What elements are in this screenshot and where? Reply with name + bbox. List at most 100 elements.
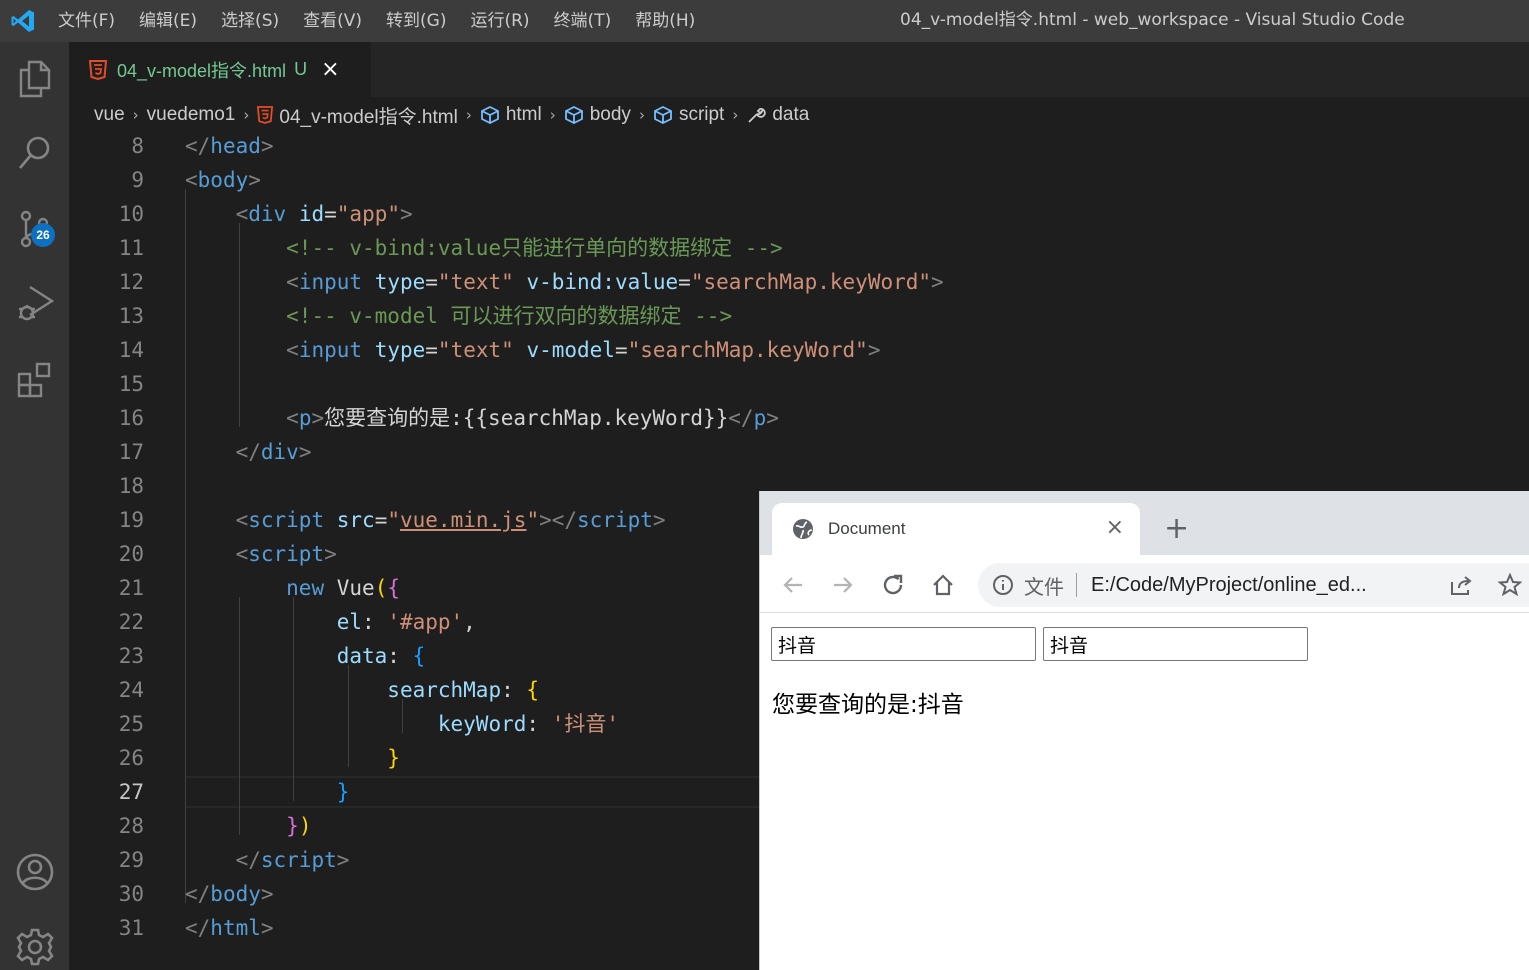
line-number: 20 [118, 542, 144, 566]
reload-icon[interactable] [878, 570, 908, 600]
code-token: </ [185, 882, 211, 906]
code-line[interactable]: 15 [69, 367, 1529, 401]
code-token: ( [374, 576, 388, 600]
bookmark-star-icon[interactable] [1498, 573, 1522, 597]
code-token: = [678, 270, 691, 294]
editor-tab[interactable]: 04_v-model指令.html U × [69, 42, 371, 97]
back-arrow-icon[interactable] [778, 570, 808, 600]
wrench-property-icon [748, 108, 767, 123]
code-text: <p>您要查询的是:{{searchMap.keyWord}}</p> [185, 401, 779, 435]
menu-view[interactable]: 查看(V) [291, 0, 374, 42]
menu-edit[interactable]: 编辑(E) [127, 0, 209, 42]
code-line[interactable]: 12 <input type="text" v-bind:value="sear… [69, 265, 1529, 299]
text-input-vmodel[interactable]: 抖音 [1043, 627, 1308, 661]
tab-close-button[interactable]: × [321, 57, 339, 82]
breadcrumb-item-body[interactable]: body [564, 104, 631, 126]
code-token: v-model [526, 338, 615, 362]
cube-symbol-icon [654, 105, 672, 125]
code-token: = [614, 338, 628, 362]
cube-symbol-icon [564, 105, 583, 125]
menu-go[interactable]: 转到(G) [374, 0, 458, 42]
explorer-icon[interactable] [0, 44, 69, 114]
menu-selection[interactable]: 选择(S) [209, 0, 291, 42]
breadcrumb-label: html [505, 104, 542, 125]
breadcrumb-item-vuedemo1[interactable]: vuedemo1 [147, 104, 236, 126]
code-text: <input type="text" v-model="searchMap.ke… [185, 333, 880, 367]
line-number: 30 [118, 882, 144, 906]
code-token: ) [298, 814, 312, 838]
code-line[interactable]: 8 </head> [69, 129, 1529, 163]
code-line[interactable]: 16 <p>您要查询的是:{{searchMap.keyWord}}</p> [69, 401, 1529, 435]
code-line[interactable]: 17 </div> [69, 435, 1529, 469]
code-token: p [298, 406, 312, 430]
breadcrumb-item-data[interactable]: data [746, 104, 809, 126]
code-token: div [248, 202, 287, 226]
code-token: > [652, 508, 666, 532]
line-number: 28 [118, 814, 144, 838]
breadcrumb-item-html[interactable]: html [480, 104, 542, 126]
menu-run[interactable]: 运行(R) [458, 0, 541, 42]
chevron-right-icon: › [549, 106, 556, 124]
activity-bar: 26 [0, 42, 69, 970]
code-token: < [286, 270, 299, 294]
code-line[interactable]: 13 <!-- v-model 可以进行双向的数据绑定 --> [69, 299, 1529, 333]
code-token: html [210, 916, 261, 940]
tab-filename: 04_v-model指令.html [117, 60, 287, 81]
browser-tab[interactable]: Document × [772, 503, 1140, 555]
code-token: } [336, 780, 350, 804]
browser-tab-close-button[interactable]: × [1106, 515, 1124, 540]
menu-file[interactable]: 文件(F) [46, 0, 127, 42]
code-token: > [400, 202, 413, 226]
code-token: "searchMap.keyWord" [627, 338, 868, 362]
search-icon[interactable] [0, 118, 69, 188]
breadcrumb-item-file[interactable]: 04_v-model指令.html [257, 102, 458, 129]
code-token: > [260, 882, 274, 906]
code-token: script [248, 542, 325, 566]
code-token: "text" [437, 338, 514, 362]
code-text: }) [185, 809, 311, 843]
breadcrumb-item-vue[interactable]: vue [94, 104, 125, 126]
code-token: id [298, 202, 325, 226]
run-debug-icon[interactable] [0, 268, 69, 338]
html5-file-icon [89, 59, 107, 80]
menu-help[interactable]: 帮助(H) [623, 0, 707, 42]
chevron-right-icon: › [732, 106, 739, 124]
share-icon[interactable] [1450, 574, 1474, 596]
chevron-right-icon: › [638, 106, 645, 124]
source-control-icon[interactable]: 26 [0, 194, 69, 264]
code-token: body [210, 882, 261, 906]
menu-terminal[interactable]: 终端(T) [542, 0, 624, 42]
line-number: 17 [118, 440, 144, 464]
code-line[interactable]: 10 <div id="app"> [69, 197, 1529, 231]
address-bar[interactable]: 文件 E:/Code/MyProject/online_ed... [978, 563, 1529, 607]
home-icon[interactable] [928, 570, 958, 600]
code-line[interactable]: 9 <body> [69, 163, 1529, 197]
window-title: 04_v-model指令.html - web_workspace - Visu… [900, 10, 1405, 30]
address-url[interactable]: E:/Code/MyProject/online_ed... [1091, 574, 1367, 597]
line-number: 26 [118, 746, 144, 770]
code-line[interactable]: 14 <input type="text" v-model="searchMap… [69, 333, 1529, 367]
breadcrumb-item-script[interactable]: script [653, 104, 724, 126]
account-icon[interactable] [0, 837, 69, 907]
code-token: = [425, 270, 438, 294]
new-tab-button[interactable]: + [1164, 511, 1189, 546]
line-number: 23 [118, 644, 144, 668]
settings-gear-icon[interactable] [0, 912, 69, 970]
menu-bar: 文件(F) 编辑(E) 选择(S) 查看(V) 转到(G) 运行(R) 终端(T… [46, 0, 707, 42]
forward-arrow-icon[interactable] [828, 570, 858, 600]
code-token: < [286, 338, 299, 362]
extensions-icon[interactable] [0, 344, 69, 414]
code-token: </ [185, 916, 211, 940]
code-text: searchMap: { [185, 673, 539, 707]
code-line[interactable]: 11 <!-- v-bind:value只能进行单向的数据绑定 --> [69, 231, 1529, 265]
text-input-vbind[interactable]: 抖音 [771, 627, 1036, 661]
code-token: { [412, 644, 426, 668]
